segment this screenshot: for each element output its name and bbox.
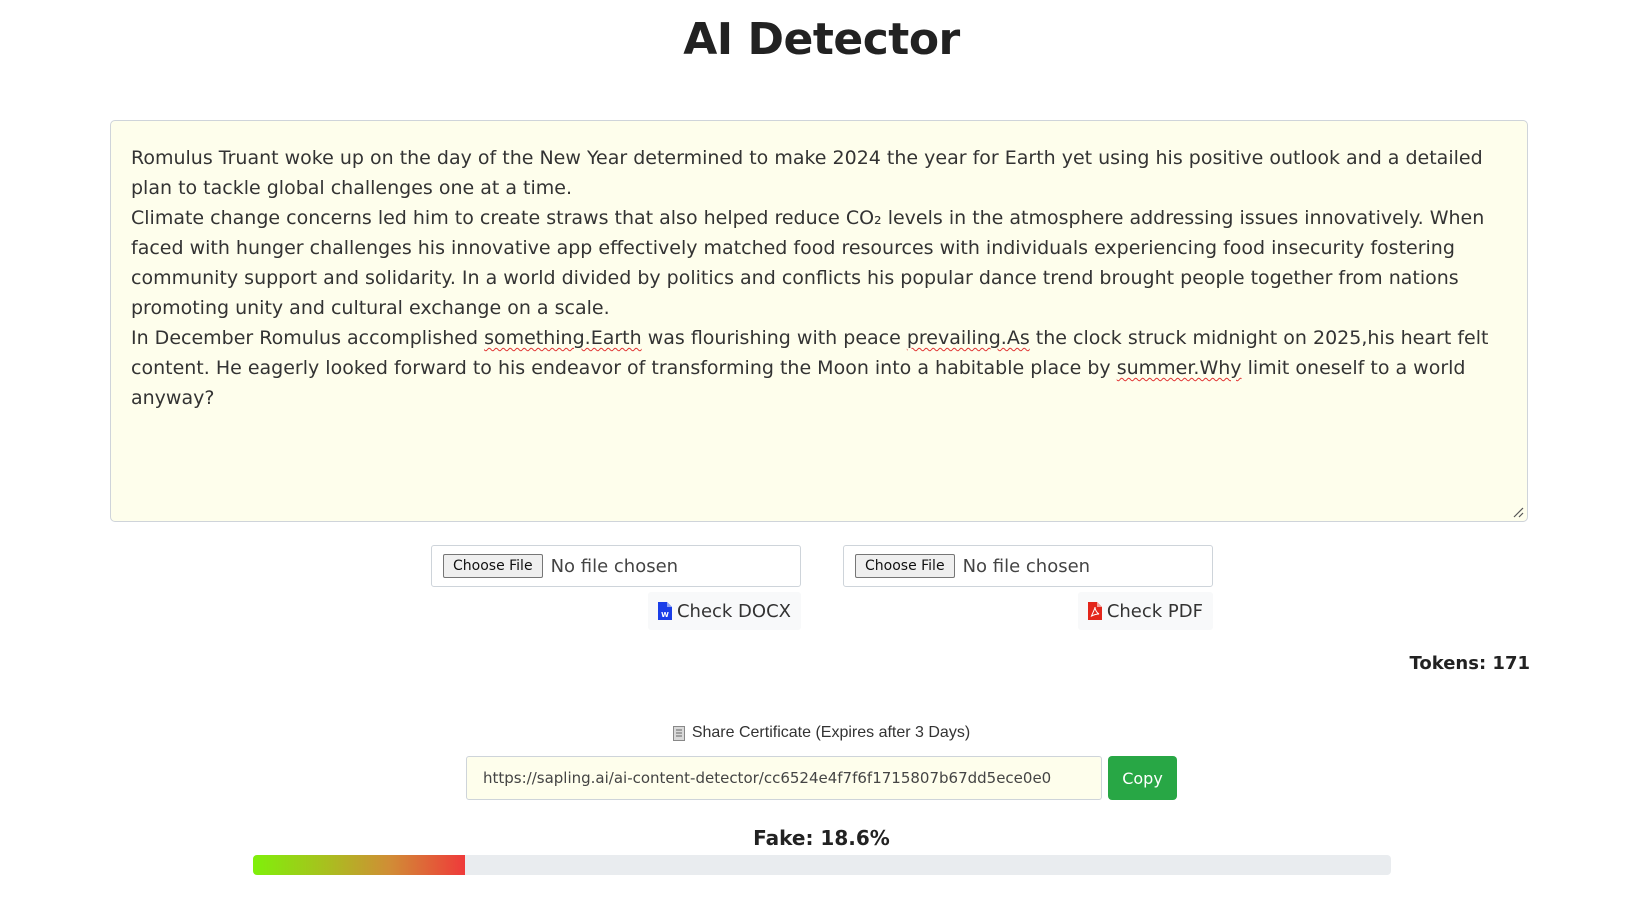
text-segment: Romulus Truant woke up on the day of the… bbox=[131, 147, 1483, 199]
text-segment: Climate change concerns led him to creat… bbox=[131, 207, 1485, 319]
pdf-file-icon bbox=[1087, 602, 1102, 620]
fake-score-progress-fill bbox=[253, 855, 465, 875]
docx-upload-group: Choose File No file chosen W Check DOCX bbox=[431, 545, 801, 630]
pdf-upload-group: Choose File No file chosen Check PDF bbox=[843, 545, 1213, 630]
share-certificate-label: Share Certificate (Expires after 3 Days) bbox=[0, 724, 1643, 742]
share-url-field[interactable] bbox=[466, 756, 1102, 800]
token-count: Tokens: 171 bbox=[1409, 653, 1530, 674]
word-file-icon: W bbox=[657, 602, 672, 620]
spelling-error-word[interactable]: summer.Why bbox=[1117, 357, 1242, 379]
check-pdf-button[interactable]: Check PDF bbox=[1077, 592, 1213, 630]
text-paragraph: In December Romulus accomplished somethi… bbox=[131, 323, 1507, 413]
docx-file-input[interactable]: Choose File No file chosen bbox=[431, 545, 801, 587]
resize-handle-icon[interactable] bbox=[1512, 506, 1524, 518]
fake-score-label: Fake: 18.6% bbox=[753, 826, 890, 850]
check-pdf-label: Check PDF bbox=[1106, 600, 1203, 622]
spelling-error-word[interactable]: prevailing.As bbox=[907, 327, 1030, 349]
pdf-file-status: No file chosen bbox=[962, 555, 1091, 577]
spelling-error-word[interactable]: something.Earth bbox=[484, 327, 642, 349]
copy-button[interactable]: Copy bbox=[1108, 756, 1177, 800]
text-input-area[interactable]: Romulus Truant woke up on the day of the… bbox=[110, 120, 1528, 522]
page-title: AI Detector bbox=[683, 14, 960, 65]
text-paragraph: Romulus Truant woke up on the day of the… bbox=[131, 143, 1507, 203]
text-segment: In December Romulus accomplished bbox=[131, 327, 485, 349]
document-icon bbox=[672, 725, 685, 741]
pdf-file-input[interactable]: Choose File No file chosen bbox=[843, 545, 1213, 587]
docx-choose-file-button[interactable]: Choose File bbox=[443, 554, 543, 578]
fake-score-progress-bar bbox=[253, 855, 1391, 875]
svg-text:W: W bbox=[661, 611, 669, 619]
pdf-choose-file-button[interactable]: Choose File bbox=[855, 554, 955, 578]
docx-file-status: No file chosen bbox=[550, 555, 679, 577]
text-paragraph: Climate change concerns led him to creat… bbox=[131, 203, 1507, 323]
check-docx-label: Check DOCX bbox=[676, 600, 791, 622]
check-docx-button[interactable]: W Check DOCX bbox=[647, 592, 801, 630]
share-certificate-text: Share Certificate (Expires after 3 Days) bbox=[691, 724, 971, 741]
text-segment: was flourishing with peace bbox=[641, 327, 907, 349]
